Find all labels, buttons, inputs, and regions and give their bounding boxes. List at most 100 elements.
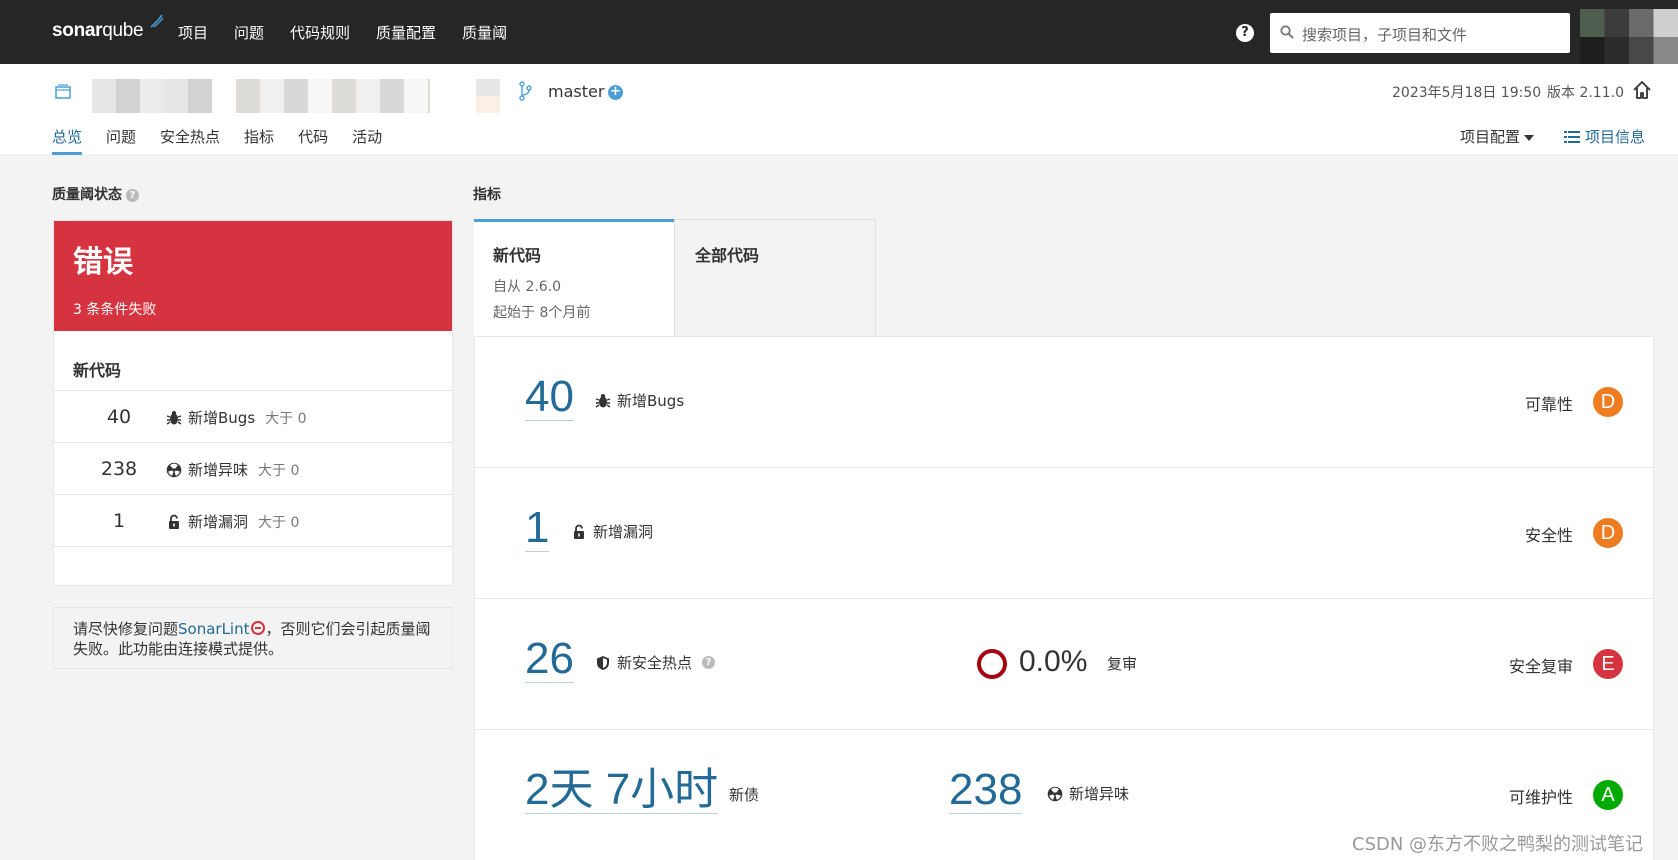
metric-row-security-review: 26 新安全热点? 0.0% 复审 安全复审 E <box>475 599 1653 730</box>
project-info-label: 项目信息 <box>1585 128 1646 146</box>
tab-measures[interactable]: 指标 <box>244 126 274 147</box>
tab-security-hotspots[interactable]: 安全热点 <box>160 126 220 147</box>
project-header: master + 2023年5月18日 19:50 版本 2.11.0 总览 问… <box>0 64 1678 155</box>
tab-activity[interactable]: 活动 <box>352 126 382 147</box>
unlock-icon <box>169 514 179 529</box>
new-hotspots-value[interactable]: 26 <box>525 636 574 683</box>
condition-row[interactable]: 1 新增漏洞 大于 0 <box>54 495 452 547</box>
metric-row-security: 1 新增漏洞 安全性 D <box>475 468 1653 599</box>
metric-row-reliability: 40 新增Bugs 可靠性 D <box>475 337 1653 468</box>
user-avatar[interactable] <box>1580 9 1678 64</box>
condition-row[interactable]: 40 新增Bugs 大于 0 <box>54 391 452 443</box>
unlock-icon <box>574 524 584 539</box>
project-info-button[interactable]: 项目信息 <box>1564 126 1645 147</box>
bug-icon <box>166 410 182 425</box>
nav-quality-profiles[interactable]: 质量配置 <box>376 22 436 43</box>
home-icon[interactable] <box>1632 80 1652 100</box>
bug-icon <box>595 393 611 408</box>
nav-projects[interactable]: 项目 <box>178 22 208 43</box>
quality-gate-status: 错误 <box>73 245 133 280</box>
security-label: 安全性 <box>1524 526 1573 545</box>
tab-issues[interactable]: 问题 <box>106 126 136 147</box>
sonarlint-link[interactable]: SonarLint <box>178 620 249 638</box>
project-config-label: 项目配置 <box>1460 128 1521 146</box>
help-tooltip-icon[interactable]: ? <box>126 189 139 202</box>
project-org-blurred[interactable] <box>92 79 212 113</box>
new-bugs-value[interactable]: 40 <box>525 374 574 421</box>
csdn-watermark: CSDN @东方不败之鸭梨的测试笔记 <box>1352 834 1644 855</box>
tab-code[interactable]: 代码 <box>298 126 328 147</box>
nav-rules[interactable]: 代码规则 <box>290 22 350 43</box>
new-vulnerabilities-value[interactable]: 1 <box>525 505 550 552</box>
tab-overall-code-title: 全部代码 <box>695 246 760 265</box>
condition-metric: 新增Bugs <box>188 409 256 427</box>
help-tooltip-icon[interactable]: ? <box>702 656 716 669</box>
metric-label-text: 新安全热点 <box>617 654 693 672</box>
security-review-label: 安全复审 <box>1508 657 1573 676</box>
security-rating-badge[interactable]: D <box>1593 518 1623 548</box>
sonar-waves-icon <box>150 14 164 28</box>
condition-label: 新增漏洞 大于 0 <box>166 511 299 532</box>
list-icon <box>1564 131 1580 143</box>
search-icon <box>1280 25 1294 39</box>
tab-new-code[interactable]: 新代码 自从 2.6.0 起始于 8个月前 <box>474 219 674 336</box>
condition-value: 40 <box>106 406 132 428</box>
maintainability-label: 可维护性 <box>1508 788 1573 807</box>
search-input[interactable]: 搜索项目，子项目和文件 <box>1270 13 1570 53</box>
metric-label-text: 新增异味 <box>1069 785 1130 803</box>
branch-name[interactable]: master <box>548 82 604 101</box>
tab-overview[interactable]: 总览 <box>52 126 83 155</box>
quality-gate-title: 质量阈状态? <box>52 184 139 204</box>
quality-gate-title-text: 质量阈状态 <box>52 187 122 203</box>
project-version: 版本 2.11.0 <box>1547 85 1624 101</box>
condition-row[interactable]: 238 新增异味 大于 0 <box>54 443 452 495</box>
reliability-rating-badge[interactable]: D <box>1593 387 1623 417</box>
new-vulnerabilities-label: 新增漏洞 <box>571 521 653 542</box>
metric-label-text: 新增漏洞 <box>593 523 654 541</box>
failed-conditions-count: 3 条条件失败 <box>73 302 157 318</box>
logo-text-light: qube <box>102 20 144 41</box>
quality-gate-error-banner: 错误 3 条条件失败 <box>54 221 452 331</box>
help-icon[interactable]: ? <box>1236 24 1254 42</box>
add-branch-icon[interactable]: + <box>608 85 623 100</box>
project-nav: 总览 问题 安全热点 指标 代码 活动 <box>52 126 382 155</box>
maintainability-rating-badge[interactable]: A <box>1593 780 1623 810</box>
note-text-pre: 请尽快修复问题 <box>73 620 179 638</box>
shield-icon <box>597 655 609 670</box>
nav-quality-gates[interactable]: 质量阈 <box>462 22 507 43</box>
tab-new-code-title: 新代码 <box>493 246 542 265</box>
metrics-panel: 40 新增Bugs 可靠性 D 1 新增漏洞 安全性 D 26 新安全热点 ? … <box>474 336 1654 860</box>
nav-issues[interactable]: 问题 <box>234 22 264 43</box>
global-nav: 项目 问题 代码规则 质量配置 质量阈 <box>178 22 507 43</box>
project-config-dropdown[interactable]: 项目配置 <box>1460 126 1535 147</box>
security-review-rating-badge[interactable]: E <box>1593 649 1623 679</box>
new-code-smells-label: 新增异味 <box>1047 783 1129 804</box>
condition-value: 1 <box>112 510 126 532</box>
metric-label-text: 新增Bugs <box>617 392 685 410</box>
analysis-date: 2023年5月18日 19:50 <box>1392 85 1542 101</box>
search-placeholder: 搜索项目，子项目和文件 <box>1302 26 1468 44</box>
hotspots-reviewed-value[interactable]: 0.0% <box>1019 645 1087 679</box>
top-navbar: sonarqube 项目 问题 代码规则 质量配置 质量阈 ? 搜索项目，子项目… <box>0 0 1678 64</box>
new-code-since: 自从 2.6.0 <box>493 279 562 295</box>
condition-metric: 新增漏洞 <box>188 513 249 531</box>
project-name-blurred[interactable] <box>236 79 430 113</box>
connected-mode-off-icon <box>250 621 265 635</box>
new-code-smells-value[interactable]: 238 <box>949 767 1023 814</box>
sonarqube-logo[interactable]: sonarqube <box>52 14 164 42</box>
metrics-title: 指标 <box>473 187 501 203</box>
code-smell-icon <box>1047 786 1063 801</box>
new-code-section-title: 新代码 <box>54 331 452 391</box>
condition-label: 新增Bugs 大于 0 <box>166 407 307 428</box>
new-hotspots-label: 新安全热点? <box>595 652 716 673</box>
new-bugs-label: 新增Bugs <box>595 390 684 411</box>
condition-metric: 新增异味 <box>188 461 249 479</box>
reliability-label: 可靠性 <box>1524 395 1573 414</box>
branch-icon <box>519 81 532 101</box>
code-smell-icon <box>166 462 182 477</box>
new-debt-value[interactable]: 2天 7小时 <box>525 767 719 814</box>
condition-label: 新增异味 大于 0 <box>166 459 299 480</box>
tab-overall-code[interactable]: 全部代码 <box>674 219 876 336</box>
condition-operator: 大于 0 <box>258 462 300 479</box>
condition-operator: 大于 0 <box>265 410 307 427</box>
